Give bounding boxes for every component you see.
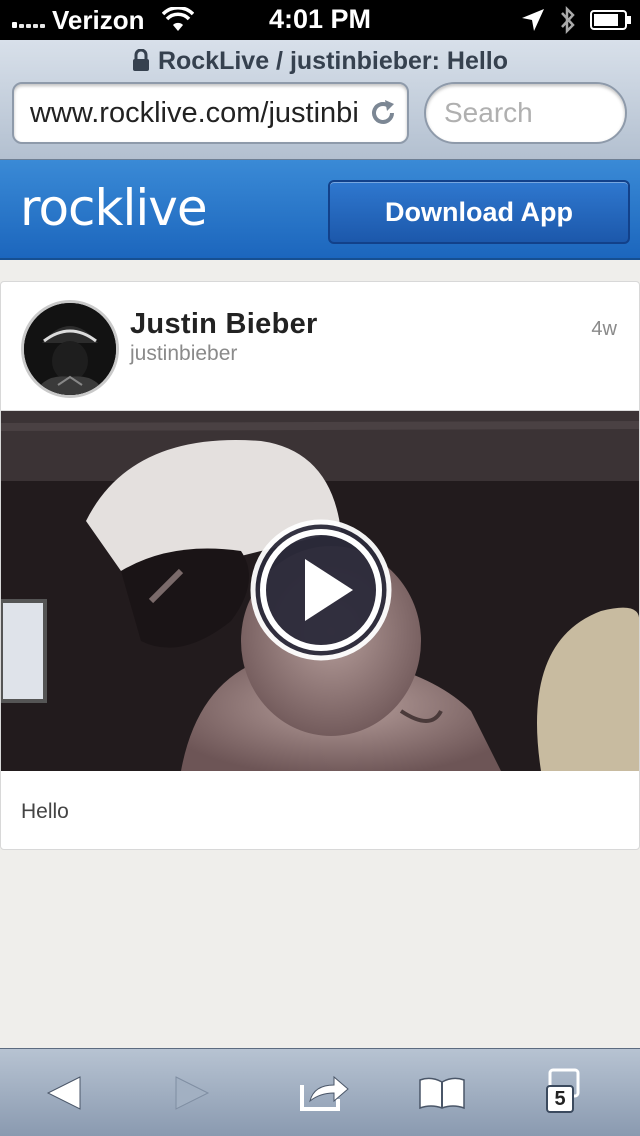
tab-count: 5	[546, 1085, 574, 1113]
share-icon	[300, 1075, 349, 1111]
url-text: www.rocklive.com/justinbieber	[30, 97, 360, 129]
download-app-button[interactable]: Download App	[328, 180, 630, 244]
page-title: RockLive / justinbieber: Hello	[0, 44, 640, 78]
rocklive-logo[interactable]: rocklive	[20, 176, 208, 240]
forward-button[interactable]	[142, 1049, 242, 1136]
url-field[interactable]: www.rocklive.com/justinbieber	[12, 82, 409, 144]
back-icon	[46, 1076, 81, 1110]
post-timestamp: 4w	[591, 318, 617, 340]
share-button[interactable]	[274, 1049, 374, 1136]
site-header: rocklive Download App	[0, 160, 640, 260]
avatar[interactable]	[21, 300, 119, 398]
location-icon	[522, 9, 544, 31]
page-title-text: RockLive / justinbieber: Hello	[157, 47, 509, 75]
post-caption: Hello	[21, 800, 69, 823]
video-player[interactable]	[1, 411, 639, 771]
bookmarks-icon	[419, 1077, 465, 1110]
back-button[interactable]	[14, 1049, 114, 1136]
avatar-image	[24, 303, 116, 395]
search-input[interactable]: Search	[424, 82, 627, 144]
play-icon[interactable]	[250, 519, 392, 661]
browser-toolbar: RockLive / justinbieber: Hello www.rockl…	[0, 40, 640, 160]
bottom-toolbar: 5	[0, 1048, 640, 1136]
bookmarks-button[interactable]	[392, 1049, 492, 1136]
bluetooth-icon	[561, 5, 575, 35]
tabs-button[interactable]: 5	[522, 1049, 622, 1136]
battery-icon	[590, 10, 631, 30]
lock-icon	[132, 49, 149, 71]
post-card: Justin Bieber justinbieber 4w Hello	[0, 281, 640, 850]
reload-icon[interactable]	[368, 98, 398, 128]
author-handle[interactable]: justinbieber	[130, 342, 237, 366]
author-name[interactable]: Justin Bieber	[130, 308, 318, 341]
forward-icon	[175, 1076, 210, 1110]
status-bar: Verizon 4:01 PM	[0, 0, 640, 40]
